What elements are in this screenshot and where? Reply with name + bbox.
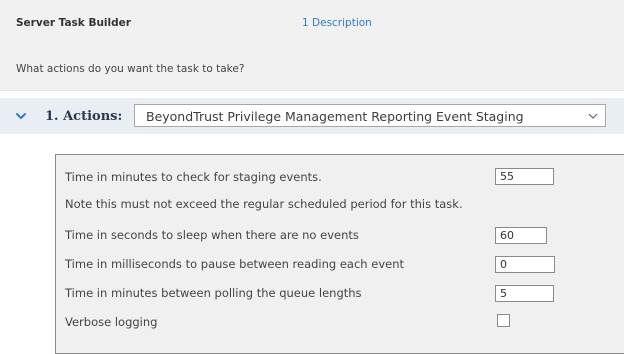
check-staging-minutes-input[interactable] [495,168,554,185]
setting-label-pause-milliseconds: Time in milliseconds to pause between re… [65,257,405,271]
setting-label-sleep-seconds: Time in seconds to sleep when there are … [65,228,359,242]
actions-label: 1. Actions: [45,109,123,124]
setting-note: Note this must not exceed the regular sc… [65,197,463,211]
actions-question: What actions do you want the task to tak… [16,63,245,75]
verbose-logging-checkbox[interactable] [497,314,510,327]
page-title: Server Task Builder [16,17,131,29]
action-select[interactable]: BeyondTrust Privilege Management Reporti… [134,104,606,127]
task-builder-header [0,0,624,90]
setting-label-verbose-logging: Verbose logging [65,315,158,329]
pause-milliseconds-input[interactable] [495,256,555,273]
chevron-down-icon [588,113,598,119]
header-divider [0,90,624,91]
polling-minutes-input[interactable] [495,285,554,302]
step-link-description[interactable]: 1 Description [302,17,372,29]
sleep-seconds-input[interactable] [495,227,547,244]
action-select-value: BeyondTrust Privilege Management Reporti… [146,109,524,124]
chevron-down-icon[interactable] [14,109,28,123]
setting-label-check-staging-minutes: Time in minutes to check for staging eve… [65,170,322,184]
setting-label-polling-minutes: Time in minutes between polling the queu… [65,286,362,300]
